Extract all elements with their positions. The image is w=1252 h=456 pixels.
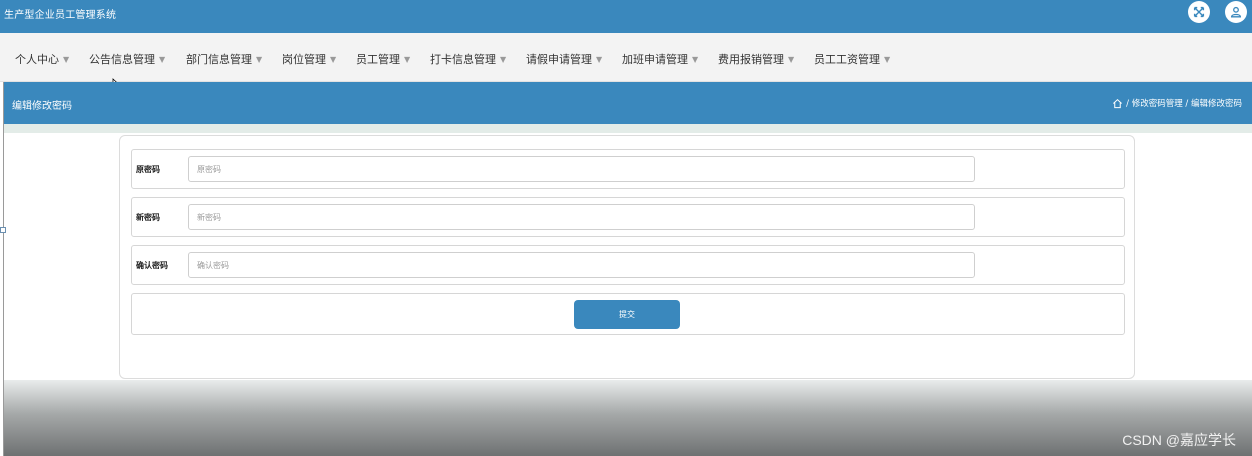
user-icon[interactable]: [1225, 1, 1247, 23]
page-header: 编辑修改密码 / 修改密码管理 / 编辑修改密码: [4, 82, 1252, 124]
breadcrumb: / 修改密码管理 / 编辑修改密码: [1112, 97, 1242, 109]
nav-item-attendance[interactable]: 打卡信息管理 ▼: [430, 51, 506, 67]
caret-down-icon: ▼: [330, 55, 337, 64]
form-row-submit: 提交: [131, 293, 1125, 335]
nav-item-overtime[interactable]: 加班申请管理 ▼: [622, 51, 698, 67]
home-icon[interactable]: [1112, 98, 1123, 109]
top-bar: 生产型企业员工管理系统: [0, 0, 1252, 33]
form-row-confirm-password: 确认密码: [131, 245, 1125, 285]
watermark: CSDN @嘉应学长: [1122, 432, 1236, 448]
resize-handle[interactable]: [0, 227, 6, 233]
app-title: 生产型企业员工管理系统: [4, 10, 117, 21]
nav-item-personal-center[interactable]: 个人中心 ▼: [15, 51, 69, 67]
window-edge-line: [3, 82, 4, 456]
form-row-new-password: 新密码: [131, 197, 1125, 237]
nav-item-department[interactable]: 部门信息管理 ▼: [186, 51, 262, 67]
confirm-password-label: 确认密码: [136, 261, 168, 270]
page-title: 编辑修改密码: [12, 101, 72, 112]
nav-item-leave[interactable]: 请假申请管理 ▼: [526, 51, 602, 67]
caret-down-icon: ▼: [500, 55, 507, 64]
nav-item-announcement[interactable]: 公告信息管理 ▼: [89, 51, 165, 67]
old-password-label: 原密码: [136, 165, 160, 174]
nav-item-employee[interactable]: 员工管理 ▼: [356, 51, 410, 67]
footer-band: [4, 380, 1252, 456]
nav-item-salary[interactable]: 员工工资管理 ▼: [814, 51, 890, 67]
submit-button[interactable]: 提交: [574, 300, 680, 329]
header-divider: [4, 124, 1252, 133]
caret-down-icon: ▼: [256, 55, 263, 64]
nav-item-position[interactable]: 岗位管理 ▼: [282, 51, 336, 67]
new-password-label: 新密码: [136, 213, 160, 222]
new-password-input[interactable]: [188, 204, 975, 230]
caret-down-icon: ▼: [692, 55, 699, 64]
old-password-input[interactable]: [188, 156, 975, 182]
main-nav: 个人中心 ▼ 公告信息管理 ▼ 部门信息管理 ▼ 岗位管理 ▼ 员工管理 ▼ 打卡信息管理…: [0, 33, 1252, 82]
fullscreen-icon[interactable]: [1188, 1, 1210, 23]
caret-down-icon: ▼: [788, 55, 795, 64]
caret-down-icon: ▼: [63, 55, 70, 64]
caret-down-icon: ▼: [596, 55, 603, 64]
breadcrumb-text[interactable]: / 修改密码管理 / 编辑修改密码: [1126, 97, 1242, 109]
nav-item-expense[interactable]: 费用报销管理 ▼: [718, 51, 794, 67]
caret-down-icon: ▼: [884, 55, 891, 64]
form-row-old-password: 原密码: [131, 149, 1125, 189]
confirm-password-input[interactable]: [188, 252, 975, 278]
caret-down-icon: ▼: [159, 55, 166, 64]
caret-down-icon: ▼: [404, 55, 411, 64]
password-form-panel: 原密码 新密码 确认密码 提交: [119, 135, 1135, 379]
